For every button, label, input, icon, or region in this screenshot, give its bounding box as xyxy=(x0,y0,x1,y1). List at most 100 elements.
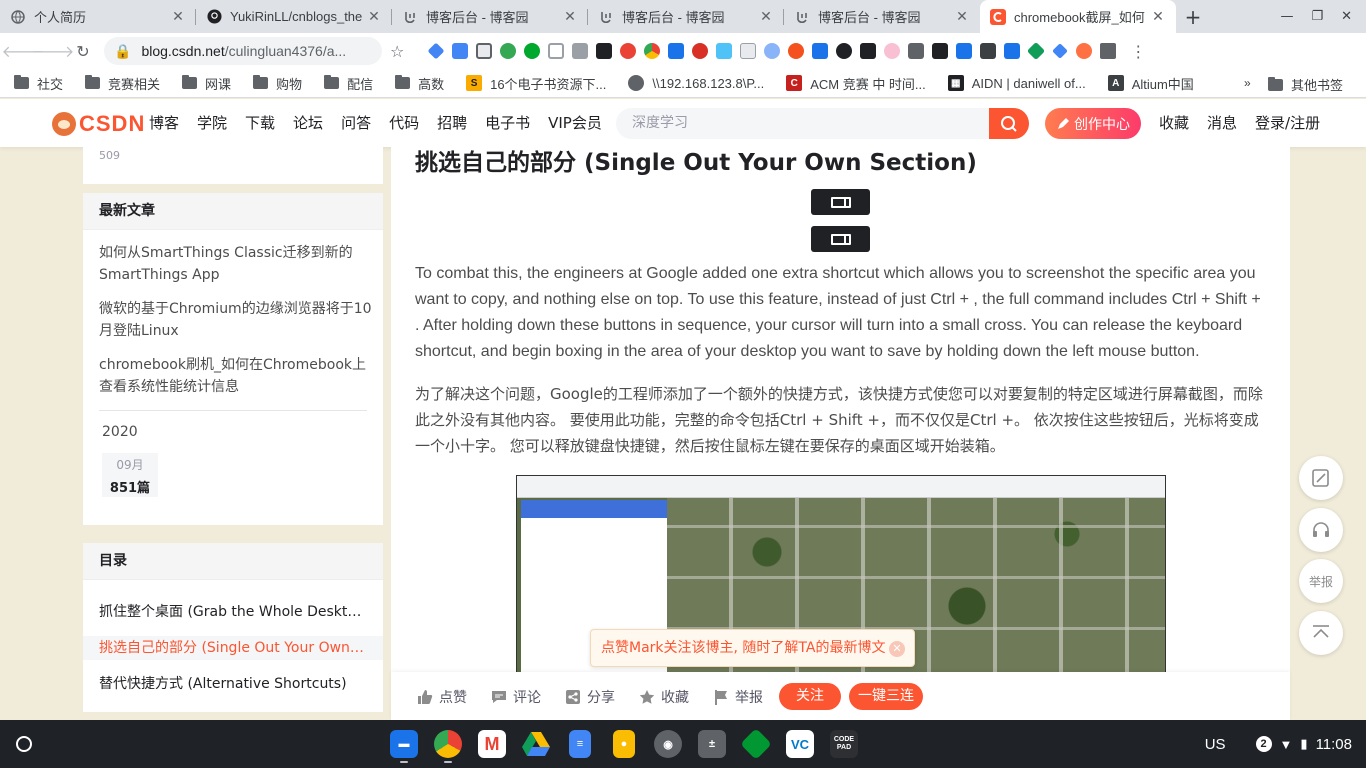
toc-item-active[interactable]: 挑选自己的部分 (Single Out Your Own Section) xyxy=(83,636,383,660)
extension-tag-icon[interactable] xyxy=(1027,41,1046,61)
nav-academy[interactable]: 学院 xyxy=(188,99,236,147)
other-bookmarks[interactable]: 其他书签 xyxy=(1268,75,1343,94)
bookmark-link[interactable]: ▦ AIDN | daniwell of... xyxy=(947,75,1086,91)
extension-sih-icon[interactable] xyxy=(932,43,949,59)
status-tray[interactable]: US 2 ▼ ▮ 11:08 xyxy=(1205,720,1352,768)
favorite-button[interactable]: 收藏 xyxy=(639,687,689,707)
search-input[interactable]: 深度学习 xyxy=(616,108,990,139)
extension-puzzle-blue-icon[interactable] xyxy=(956,43,973,59)
bookmark-star-icon[interactable]: ☆ xyxy=(390,42,404,61)
keep-app[interactable]: ● xyxy=(608,726,640,762)
nav-blog[interactable]: 博客 xyxy=(140,99,188,147)
bookmark-link[interactable]: A Altium中国 xyxy=(1107,74,1194,93)
extension-grid-icon[interactable] xyxy=(812,43,829,59)
extension-dict-icon[interactable] xyxy=(740,43,757,59)
tab-close-icon[interactable]: ✕ xyxy=(562,9,578,25)
tab-close-icon[interactable]: ✕ xyxy=(170,9,186,25)
minimize-icon[interactable]: — xyxy=(1280,9,1293,24)
nav-qa[interactable]: 问答 xyxy=(332,99,380,147)
bookmark-folder[interactable]: 网课 xyxy=(182,74,231,93)
nav-jobs[interactable]: 招聘 xyxy=(428,99,476,147)
extension-m-icon[interactable] xyxy=(620,43,637,59)
extension-cat-icon[interactable] xyxy=(884,43,901,59)
nav-login[interactable]: 登录/注册 xyxy=(1246,99,1329,147)
address-bar[interactable]: 🔒 blog.csdn.net/culingluan4376/a... xyxy=(104,37,382,65)
drive-app[interactable] xyxy=(520,726,552,762)
camera-app[interactable]: ◉ xyxy=(652,726,684,762)
extension-s-icon[interactable] xyxy=(668,43,685,59)
tab-close-icon[interactable]: ✕ xyxy=(758,9,774,25)
bookmark-folder[interactable]: 高数 xyxy=(395,74,444,93)
vim-app[interactable] xyxy=(740,726,772,762)
customer-service-button[interactable] xyxy=(1299,508,1343,552)
forward-button[interactable]: 🡒 xyxy=(32,36,75,66)
bookmark-folder[interactable]: 购物 xyxy=(253,74,302,93)
vscode-app[interactable]: VC xyxy=(784,726,816,762)
report-float-button[interactable]: 举报 xyxy=(1299,559,1343,603)
dropbox-icon[interactable] xyxy=(572,43,589,59)
bookmark-folder[interactable]: 竞赛相关 xyxy=(85,74,160,93)
tab-5-active[interactable]: chromebook截屏_如何 ✕ xyxy=(980,0,1176,33)
report-button[interactable]: 举报 xyxy=(713,687,763,707)
tab-0[interactable]: 个人简历 ✕ xyxy=(0,0,196,33)
archive-month-button[interactable]: 09月 851篇 xyxy=(102,453,158,497)
like-button[interactable]: 点赞 xyxy=(417,687,467,707)
nav-download[interactable]: 下载 xyxy=(236,99,284,147)
nav-ebook[interactable]: 电子书 xyxy=(476,99,539,147)
code-pad-app[interactable]: CODE PAD xyxy=(828,726,860,762)
tab-close-icon[interactable]: ✕ xyxy=(1150,9,1166,25)
close-window-icon[interactable]: ✕ xyxy=(1341,9,1352,24)
tab-3[interactable]: 博客后台 - 博客园 ✕ xyxy=(588,0,784,33)
extension-shield-icon[interactable] xyxy=(548,43,565,59)
create-center-button[interactable]: 创作中心 xyxy=(1045,108,1141,139)
back-to-top-button[interactable] xyxy=(1299,611,1343,655)
extension-screen-icon[interactable] xyxy=(476,43,493,59)
files-app[interactable]: ▬ xyxy=(388,726,420,763)
nav-code[interactable]: 代码 xyxy=(380,99,428,147)
csdn-logo[interactable]: CSDN xyxy=(52,111,145,137)
new-tab-button[interactable]: + xyxy=(1176,0,1210,33)
extension-graduation-icon[interactable] xyxy=(427,42,445,60)
tab-4[interactable]: 博客后台 - 博客园 ✕ xyxy=(784,0,980,33)
bookmark-link[interactable]: C ACM 竞赛 中 时间... xyxy=(786,74,926,93)
nav-forum[interactable]: 论坛 xyxy=(284,99,332,147)
toc-item[interactable]: 抓住整个桌面 (Grab the Whole Desktop) xyxy=(83,600,383,624)
nav-favorites[interactable]: 收藏 xyxy=(1150,99,1198,147)
extension-new-icon[interactable] xyxy=(908,43,925,59)
recent-article-link[interactable]: 如何从SmartThings Classic迁移到新的SmartThings A… xyxy=(99,242,379,286)
docs-app[interactable]: ≡ xyxy=(564,726,596,762)
extension-clock-icon[interactable] xyxy=(500,43,517,59)
calculator-app[interactable]: ± xyxy=(696,726,728,762)
extension-orange-icon[interactable] xyxy=(1076,43,1093,59)
browser-menu-icon[interactable]: ⋮ xyxy=(1130,42,1146,61)
nav-vip[interactable]: VIP会员 xyxy=(539,99,611,147)
recent-article-link[interactable]: 微软的基于Chromium的边缘浏览器将于10月登陆Linux xyxy=(99,298,379,342)
adblock-icon[interactable] xyxy=(692,43,709,59)
follow-button[interactable]: 关注 xyxy=(779,683,841,710)
tab-1[interactable]: YukiRinLL/cnblogs_the ✕ xyxy=(196,0,392,33)
bookmark-link[interactable]: \\192.168.123.8\P... xyxy=(628,75,764,91)
bookmark-folder[interactable]: 配信 xyxy=(324,74,373,93)
launcher-icon[interactable] xyxy=(16,736,32,752)
recent-article-link[interactable]: chromebook刷机_如何在Chromebook上查看系统性能统计信息 xyxy=(99,354,379,398)
nav-messages[interactable]: 消息 xyxy=(1198,99,1246,147)
write-note-button[interactable] xyxy=(1299,456,1343,500)
chrome-icon[interactable] xyxy=(644,43,661,59)
bookmarks-overflow-icon[interactable]: » xyxy=(1244,76,1251,90)
chrome-app[interactable] xyxy=(432,726,464,763)
reload-button[interactable]: ↻ xyxy=(68,36,98,66)
extension-box-icon[interactable] xyxy=(860,43,877,59)
gmail-app[interactable]: M xyxy=(476,726,508,762)
bookmark-folder[interactable]: 社交 xyxy=(14,74,63,93)
search-button[interactable] xyxy=(989,108,1029,139)
extension-dark-icon[interactable] xyxy=(596,43,613,59)
triple-action-button[interactable]: 一键三连 xyxy=(849,683,923,710)
comment-button[interactable]: 评论 xyxy=(491,687,541,707)
close-icon[interactable]: ✕ xyxy=(889,641,905,657)
extension-cloud-icon[interactable] xyxy=(764,43,781,59)
restore-icon[interactable]: ❐ xyxy=(1311,9,1323,24)
extension-circle-icon[interactable] xyxy=(788,43,805,59)
extension-euro-icon[interactable] xyxy=(1004,43,1021,59)
toc-item[interactable]: 替代快捷方式 (Alternative Shortcuts) xyxy=(83,672,383,696)
evernote-icon[interactable] xyxy=(524,43,541,59)
